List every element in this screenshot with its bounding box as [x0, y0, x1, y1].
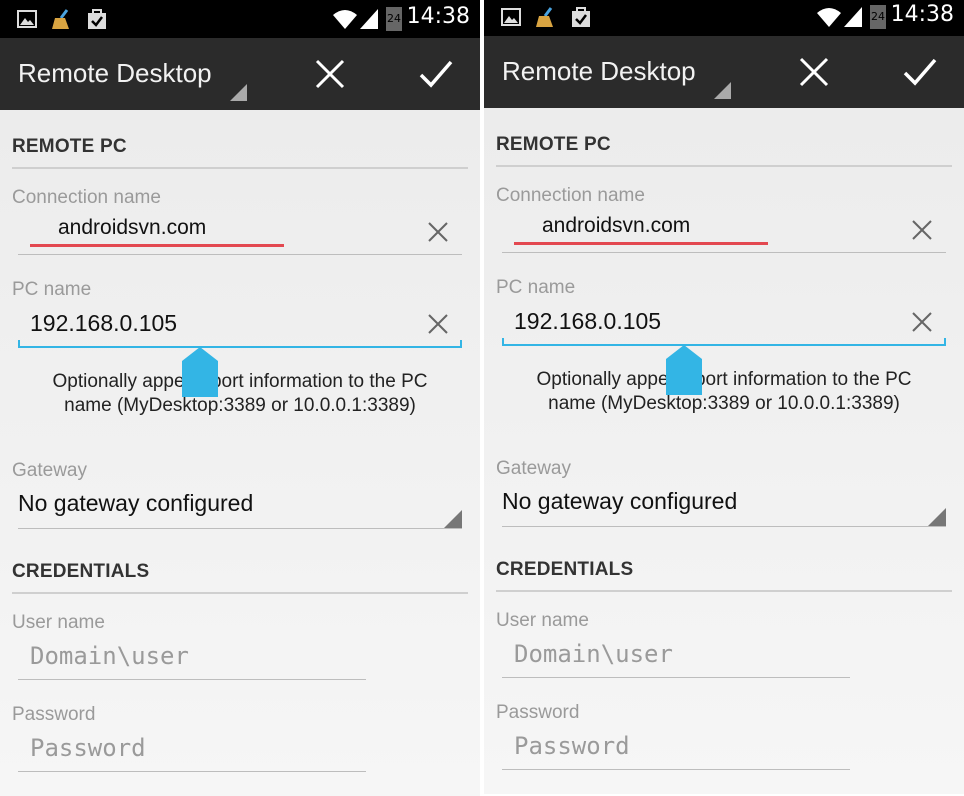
user-underline: [18, 679, 366, 680]
password-label: Password: [496, 702, 580, 723]
wifi-icon: [333, 10, 357, 29]
section-divider: [12, 592, 468, 594]
pc-name-focus-underline: [18, 346, 462, 348]
dropdown-triangle-icon: [444, 510, 462, 528]
cleaner-broom-icon: [536, 7, 553, 27]
cleaner-broom-icon: [52, 9, 69, 29]
clear-text-icon[interactable]: [910, 310, 934, 334]
error-underline: [514, 242, 768, 245]
gateway-label: Gateway: [12, 460, 87, 481]
section-credentials: CREDENTIALS: [496, 559, 634, 580]
form-content: REMOTE PC Connection name androidsvn.com…: [0, 110, 480, 796]
close-icon[interactable]: [312, 56, 348, 92]
user-name-label: User name: [496, 610, 589, 631]
port-hint: Optionally append port information to th…: [536, 369, 912, 414]
gateway-underline: [18, 528, 462, 529]
pc-name-label: PC name: [12, 279, 92, 300]
user-name-field[interactable]: Domain\user: [514, 640, 673, 668]
clear-text-icon[interactable]: [910, 218, 934, 242]
error-underline: [30, 244, 284, 247]
screen-right: 24 14:38 Remote Desktop REMOTE PC Connec…: [484, 0, 964, 794]
dropdown-triangle-icon: [928, 508, 946, 526]
password-label: Password: [12, 704, 96, 725]
section-remote-pc: REMOTE PC: [12, 136, 127, 157]
form-content: REMOTE PC Connection name androidsvn.com…: [484, 108, 964, 794]
gateway-underline: [502, 526, 946, 527]
check-icon[interactable]: [902, 54, 938, 90]
section-divider: [496, 590, 952, 592]
focus-tick-right: [460, 340, 462, 348]
user-name-field[interactable]: Domain\user: [30, 642, 189, 670]
password-underline: [502, 769, 850, 770]
pc-name-field[interactable]: 192.168.0.105: [30, 310, 177, 337]
port-hint: Optionally append port information to th…: [52, 371, 428, 416]
bag-check-icon: [572, 7, 590, 27]
section-divider: [496, 165, 952, 167]
check-icon[interactable]: [418, 56, 454, 92]
clock: 14:38: [406, 4, 470, 29]
section-divider: [12, 167, 468, 169]
connection-field-underline: [502, 252, 946, 253]
app-title[interactable]: Remote Desktop: [18, 58, 212, 89]
selection-handle-icon[interactable]: [180, 347, 220, 397]
gateway-spinner[interactable]: No gateway configured: [502, 488, 737, 515]
bag-check-icon: [88, 9, 106, 29]
section-credentials: CREDENTIALS: [12, 561, 150, 582]
screen-left: 24 14:38 Remote Desktop REMOTE PC Connec…: [0, 0, 480, 796]
user-name-label: User name: [12, 612, 105, 633]
pc-name-label: PC name: [496, 277, 576, 298]
clock: 14:38: [890, 2, 954, 27]
clear-text-icon[interactable]: [426, 312, 450, 336]
focus-tick-left: [18, 340, 20, 348]
connection-name-label: Connection name: [496, 185, 645, 206]
sim-icon: 24: [386, 7, 402, 31]
password-underline: [18, 771, 366, 772]
gallery-icon: [501, 8, 521, 26]
signal-icon: [844, 7, 862, 27]
dropdown-triangle-icon: [714, 82, 731, 99]
selection-handle-icon[interactable]: [664, 345, 704, 395]
status-bar: 24 14:38: [0, 0, 480, 38]
password-field[interactable]: Password: [514, 732, 630, 760]
close-icon[interactable]: [796, 54, 832, 90]
sim-icon: 24: [870, 5, 886, 29]
action-bar: Remote Desktop: [484, 36, 964, 108]
user-underline: [502, 677, 850, 678]
section-remote-pc: REMOTE PC: [496, 134, 611, 155]
dropdown-triangle-icon: [230, 84, 247, 101]
status-bar: 24 14:38: [484, 0, 964, 36]
gateway-spinner[interactable]: No gateway configured: [18, 490, 253, 517]
focus-tick-right: [944, 338, 946, 346]
clear-text-icon[interactable]: [426, 220, 450, 244]
signal-icon: [360, 9, 378, 29]
action-bar: Remote Desktop: [0, 38, 480, 110]
connection-field-underline: [18, 254, 462, 255]
connection-name-field[interactable]: androidsvn.com: [542, 214, 690, 238]
focus-tick-left: [502, 338, 504, 346]
gallery-icon: [17, 10, 37, 28]
gateway-label: Gateway: [496, 458, 571, 479]
pc-name-field[interactable]: 192.168.0.105: [514, 308, 661, 335]
password-field[interactable]: Password: [30, 734, 146, 762]
app-title[interactable]: Remote Desktop: [502, 56, 696, 87]
connection-name-label: Connection name: [12, 187, 161, 208]
connection-name-field[interactable]: androidsvn.com: [58, 216, 206, 240]
pc-name-focus-underline: [502, 344, 946, 346]
wifi-icon: [817, 8, 841, 27]
